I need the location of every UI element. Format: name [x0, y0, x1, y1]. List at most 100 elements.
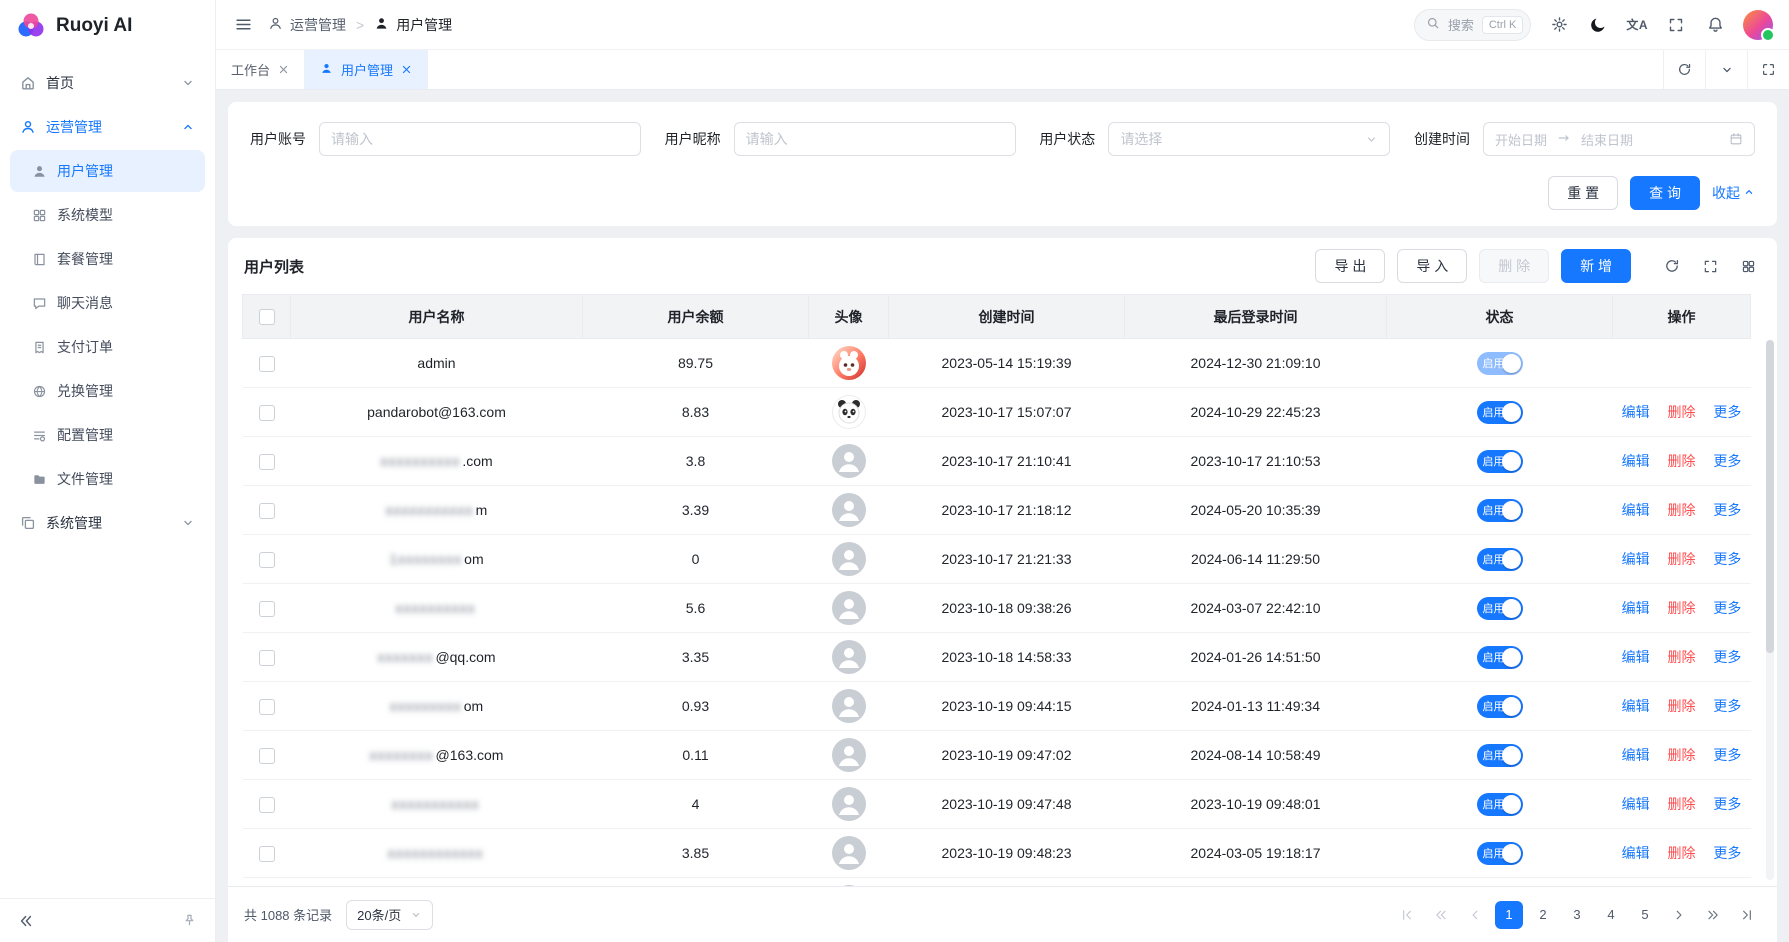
row-checkbox[interactable]: [259, 748, 275, 764]
edit-link[interactable]: 编辑: [1622, 747, 1650, 763]
gear-icon[interactable]: [1548, 14, 1570, 36]
status-toggle[interactable]: 启用: [1477, 695, 1523, 718]
sidebar-item-home[interactable]: 首页: [10, 62, 205, 104]
sidebar-item-operations[interactable]: 运营管理: [10, 106, 205, 148]
export-button[interactable]: 导 出: [1315, 249, 1385, 283]
edit-link[interactable]: 编辑: [1622, 845, 1650, 861]
status-toggle[interactable]: 启用: [1477, 793, 1523, 816]
status-toggle[interactable]: 启用: [1477, 450, 1523, 473]
delete-link[interactable]: 删除: [1668, 698, 1696, 714]
select-all-checkbox[interactable]: [259, 309, 275, 325]
breadcrumb-user-management[interactable]: 用户管理: [374, 15, 452, 35]
more-link[interactable]: 更多: [1713, 453, 1741, 469]
global-search[interactable]: 搜索 Ctrl K: [1414, 9, 1532, 41]
translate-icon[interactable]: 文A: [1626, 16, 1648, 33]
sidebar-item-package-management[interactable]: 套餐管理: [10, 238, 205, 280]
delete-link[interactable]: 删除: [1668, 551, 1696, 567]
more-link[interactable]: 更多: [1713, 649, 1741, 665]
fullscreen-table-icon[interactable]: [1697, 253, 1723, 279]
status-toggle[interactable]: 启用: [1477, 352, 1523, 375]
refresh-tab-icon[interactable]: [1663, 50, 1705, 89]
row-checkbox[interactable]: [259, 797, 275, 813]
row-checkbox[interactable]: [259, 405, 275, 421]
delete-button[interactable]: 删 除: [1479, 249, 1549, 283]
more-link[interactable]: 更多: [1713, 845, 1741, 861]
row-checkbox[interactable]: [259, 552, 275, 568]
delete-link[interactable]: 删除: [1668, 747, 1696, 763]
status-toggle[interactable]: 启用: [1477, 401, 1523, 424]
first-page-icon[interactable]: [1393, 901, 1421, 929]
more-link[interactable]: 更多: [1713, 747, 1741, 763]
delete-link[interactable]: 删除: [1668, 796, 1696, 812]
sidebar-item-user-management[interactable]: 用户管理: [10, 150, 205, 192]
reset-button[interactable]: 重 置: [1548, 176, 1618, 210]
edit-link[interactable]: 编辑: [1622, 698, 1650, 714]
add-button[interactable]: 新 增: [1561, 249, 1631, 283]
page-button-5[interactable]: 5: [1631, 901, 1659, 929]
more-link[interactable]: 更多: [1713, 600, 1741, 616]
row-checkbox[interactable]: [259, 650, 275, 666]
breadcrumb-operations[interactable]: 运营管理: [268, 15, 346, 35]
scrollbar-thumb[interactable]: [1766, 340, 1774, 653]
tab-user-management[interactable]: 用户管理: [305, 50, 428, 89]
delete-link[interactable]: 删除: [1668, 502, 1696, 518]
page-size-select[interactable]: 20条/页: [346, 900, 433, 930]
delete-link[interactable]: 删除: [1668, 600, 1696, 616]
tab-options-chevron-icon[interactable]: [1705, 50, 1747, 89]
user-status-select[interactable]: 请选择: [1108, 122, 1390, 156]
edit-link[interactable]: 编辑: [1622, 600, 1650, 616]
status-toggle[interactable]: 启用: [1477, 646, 1523, 669]
prev-page-icon[interactable]: [1461, 901, 1489, 929]
page-button-1[interactable]: 1: [1495, 901, 1523, 929]
column-settings-grid-icon[interactable]: [1735, 253, 1761, 279]
user-nickname-input[interactable]: [734, 122, 1016, 156]
dark-mode-moon-icon[interactable]: [1587, 14, 1609, 36]
row-checkbox[interactable]: [259, 454, 275, 470]
sidebar-item-file-management[interactable]: 文件管理: [10, 458, 205, 500]
pin-sidebar-icon[interactable]: [177, 909, 201, 933]
next-5-pages-icon[interactable]: [1699, 901, 1727, 929]
more-link[interactable]: 更多: [1713, 502, 1741, 518]
page-button-2[interactable]: 2: [1529, 901, 1557, 929]
sidebar-item-system-management[interactable]: 系统管理: [10, 502, 205, 544]
status-toggle[interactable]: 启用: [1477, 597, 1523, 620]
notification-bell-icon[interactable]: [1704, 14, 1726, 36]
tab-workbench[interactable]: 工作台: [216, 50, 305, 89]
user-avatar[interactable]: [1743, 10, 1773, 40]
date-range-picker[interactable]: 开始日期 结束日期: [1483, 122, 1755, 156]
query-button[interactable]: 查 询: [1630, 176, 1700, 210]
edit-link[interactable]: 编辑: [1622, 551, 1650, 567]
more-link[interactable]: 更多: [1713, 796, 1741, 812]
status-toggle[interactable]: 启用: [1477, 842, 1523, 865]
next-page-icon[interactable]: [1665, 901, 1693, 929]
maximize-content-icon[interactable]: [1747, 50, 1789, 89]
edit-link[interactable]: 编辑: [1622, 649, 1650, 665]
row-checkbox[interactable]: [259, 601, 275, 617]
last-page-icon[interactable]: [1733, 901, 1761, 929]
sidebar-item-payment-orders[interactable]: 支付订单: [10, 326, 205, 368]
edit-link[interactable]: 编辑: [1622, 502, 1650, 518]
more-link[interactable]: 更多: [1713, 551, 1741, 567]
status-toggle[interactable]: 启用: [1477, 499, 1523, 522]
more-link[interactable]: 更多: [1713, 698, 1741, 714]
sidebar-item-config-management[interactable]: 配置管理: [10, 414, 205, 456]
row-checkbox[interactable]: [259, 846, 275, 862]
row-checkbox[interactable]: [259, 699, 275, 715]
collapse-sidebar-icon[interactable]: [14, 909, 38, 933]
status-toggle[interactable]: 启用: [1477, 744, 1523, 767]
delete-link[interactable]: 删除: [1668, 404, 1696, 420]
import-button[interactable]: 导 入: [1397, 249, 1467, 283]
delete-link[interactable]: 删除: [1668, 649, 1696, 665]
row-checkbox[interactable]: [259, 356, 275, 372]
collapse-filter-link[interactable]: 收起: [1712, 183, 1755, 203]
close-icon[interactable]: [401, 64, 412, 75]
hamburger-menu-icon[interactable]: [232, 14, 254, 36]
sidebar-item-exchange-management[interactable]: 兑换管理: [10, 370, 205, 412]
edit-link[interactable]: 编辑: [1622, 453, 1650, 469]
delete-link[interactable]: 删除: [1668, 845, 1696, 861]
sidebar-item-system-model[interactable]: 系统模型: [10, 194, 205, 236]
refresh-table-icon[interactable]: [1659, 253, 1685, 279]
more-link[interactable]: 更多: [1713, 404, 1741, 420]
sidebar-item-chat-messages[interactable]: 聊天消息: [10, 282, 205, 324]
edit-link[interactable]: 编辑: [1622, 404, 1650, 420]
